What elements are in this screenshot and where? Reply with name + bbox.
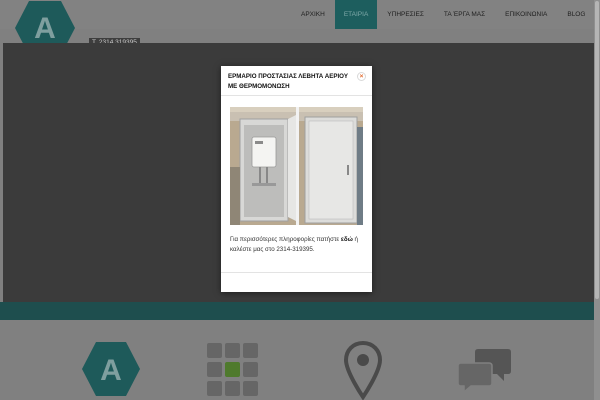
scrollbar-thumb[interactable] — [595, 1, 599, 299]
logo-letter: A — [34, 12, 56, 45]
nav-item-home[interactable]: ΑΡΧΙΚΗ — [291, 0, 335, 29]
nav-item-projects[interactable]: ΤΑ ΈΡΓΑ ΜΑΣ — [434, 0, 495, 29]
nav-item-blog[interactable]: BLOG — [557, 0, 595, 29]
close-icon[interactable]: × — [357, 72, 366, 81]
chat-bubbles-icon — [458, 349, 511, 393]
modal-here-link[interactable]: εδώ — [341, 236, 353, 243]
cubes-grid-icon — [207, 343, 258, 396]
location-pin-icon — [344, 341, 382, 400]
logo-hexagon-icon: A — [82, 342, 140, 396]
teal-divider-strip — [0, 302, 594, 320]
modal-body-text: Για περισσότερες πληροφορίες πατήστε εδώ… — [230, 235, 365, 255]
modal-header-divider — [221, 95, 372, 96]
modal-title: ΕΡΜΑΡΙΟ ΠΡΟΣΤΑΣΙΑΣ ΛΕΒΗΤΑ ΑΕΡΙΟΥ ΜΕ ΘΕΡΜ… — [228, 73, 348, 90]
product-modal: ΕΡΜΑΡΙΟ ΠΡΟΣΤΑΣΙΑΣ ΛΕΒΗΤΑ ΑΕΡΙΟΥ ΜΕ ΘΕΡΜ… — [221, 66, 372, 292]
page-scrollbar[interactable] — [594, 0, 600, 400]
nav-item-services[interactable]: ΥΠΗΡΕΣΙΕΣ — [377, 0, 434, 29]
modal-footer-divider — [221, 272, 372, 273]
nav-item-company[interactable]: ΕΤΑΙΡΙΑ — [334, 0, 378, 29]
nav-item-contact[interactable]: ΕΠΙΚΟΙΝΩΝΙΑ — [495, 0, 557, 29]
modal-text-before: Για περισσότερες πληροφορίες πατήστε — [230, 236, 340, 243]
main-nav: ΑΡΧΙΚΗ ΕΤΑΙΡΙΑ ΥΠΗΡΕΣΙΕΣ ΤΑ ΈΡΓΑ ΜΑΣ ΕΠΙ… — [291, 0, 595, 29]
feature-logo-letter: A — [100, 354, 122, 387]
cabinet-photo — [230, 107, 363, 225]
